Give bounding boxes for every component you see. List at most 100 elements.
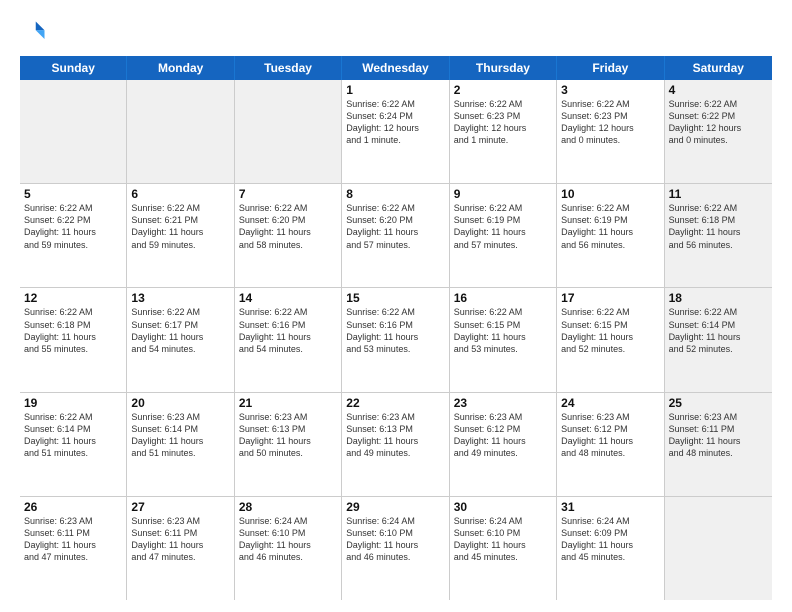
day-number: 13 bbox=[131, 291, 229, 305]
cal-header-friday: Friday bbox=[557, 56, 664, 80]
cell-info: Sunrise: 6:22 AM bbox=[669, 306, 768, 318]
cell-info: Daylight: 12 hours bbox=[346, 122, 444, 134]
calendar-week-3: 12Sunrise: 6:22 AMSunset: 6:18 PMDayligh… bbox=[20, 288, 772, 392]
day-number: 16 bbox=[454, 291, 552, 305]
cal-empty bbox=[127, 80, 234, 183]
cell-info: Sunset: 6:19 PM bbox=[454, 214, 552, 226]
cell-info: and 49 minutes. bbox=[346, 447, 444, 459]
day-number: 8 bbox=[346, 187, 444, 201]
day-number: 2 bbox=[454, 83, 552, 97]
cal-day-4: 4Sunrise: 6:22 AMSunset: 6:22 PMDaylight… bbox=[665, 80, 772, 183]
day-number: 25 bbox=[669, 396, 768, 410]
cell-info: Daylight: 12 hours bbox=[669, 122, 768, 134]
cell-info: Daylight: 11 hours bbox=[454, 539, 552, 551]
cell-info: Sunrise: 6:22 AM bbox=[239, 306, 337, 318]
day-number: 6 bbox=[131, 187, 229, 201]
day-number: 18 bbox=[669, 291, 768, 305]
cell-info: Sunrise: 6:22 AM bbox=[346, 98, 444, 110]
calendar: SundayMondayTuesdayWednesdayThursdayFrid… bbox=[20, 56, 772, 600]
cell-info: and 52 minutes. bbox=[669, 343, 768, 355]
day-number: 26 bbox=[24, 500, 122, 514]
cell-info: Daylight: 11 hours bbox=[239, 226, 337, 238]
cal-day-22: 22Sunrise: 6:23 AMSunset: 6:13 PMDayligh… bbox=[342, 393, 449, 496]
day-number: 15 bbox=[346, 291, 444, 305]
cell-info: Sunset: 6:11 PM bbox=[131, 527, 229, 539]
cell-info: Daylight: 11 hours bbox=[454, 331, 552, 343]
cell-info: Sunset: 6:15 PM bbox=[454, 319, 552, 331]
cell-info: Sunrise: 6:22 AM bbox=[561, 202, 659, 214]
cell-info: Sunrise: 6:22 AM bbox=[454, 306, 552, 318]
cell-info: Sunset: 6:11 PM bbox=[669, 423, 768, 435]
cell-info: Sunset: 6:22 PM bbox=[24, 214, 122, 226]
cell-info: Sunset: 6:09 PM bbox=[561, 527, 659, 539]
cell-info: and 0 minutes. bbox=[669, 134, 768, 146]
cell-info: and 48 minutes. bbox=[561, 447, 659, 459]
cell-info: Sunrise: 6:24 AM bbox=[561, 515, 659, 527]
cell-info: Sunset: 6:20 PM bbox=[346, 214, 444, 226]
cell-info: Sunset: 6:23 PM bbox=[454, 110, 552, 122]
calendar-body: 1Sunrise: 6:22 AMSunset: 6:24 PMDaylight… bbox=[20, 80, 772, 600]
cell-info: and 51 minutes. bbox=[24, 447, 122, 459]
cell-info: Sunrise: 6:23 AM bbox=[131, 411, 229, 423]
day-number: 29 bbox=[346, 500, 444, 514]
cell-info: Daylight: 11 hours bbox=[454, 435, 552, 447]
cell-info: Daylight: 11 hours bbox=[131, 331, 229, 343]
cell-info: and 45 minutes. bbox=[561, 551, 659, 563]
cal-day-5: 5Sunrise: 6:22 AMSunset: 6:22 PMDaylight… bbox=[20, 184, 127, 287]
day-number: 4 bbox=[669, 83, 768, 97]
cell-info: Sunrise: 6:23 AM bbox=[346, 411, 444, 423]
cell-info: Sunset: 6:16 PM bbox=[346, 319, 444, 331]
cell-info: Sunset: 6:22 PM bbox=[669, 110, 768, 122]
calendar-week-4: 19Sunrise: 6:22 AMSunset: 6:14 PM Dayligh… bbox=[20, 393, 772, 497]
cell-info: Sunset: 6:10 PM bbox=[346, 527, 444, 539]
calendar-week-1: 1Sunrise: 6:22 AMSunset: 6:24 PMDaylight… bbox=[20, 80, 772, 184]
cell-info: Sunrise: 6:22 AM bbox=[669, 202, 768, 214]
logo bbox=[20, 18, 52, 46]
day-number: 21 bbox=[239, 396, 337, 410]
cal-day-8: 8Sunrise: 6:22 AMSunset: 6:20 PMDaylight… bbox=[342, 184, 449, 287]
cell-info: and 54 minutes. bbox=[239, 343, 337, 355]
cal-day-29: 29Sunrise: 6:24 AMSunset: 6:10 PMDayligh… bbox=[342, 497, 449, 600]
day-number: 24 bbox=[561, 396, 659, 410]
cell-info: Daylight: 11 hours bbox=[24, 539, 122, 551]
cell-info: Sunset: 6:11 PM bbox=[24, 527, 122, 539]
cell-info: and 53 minutes. bbox=[454, 343, 552, 355]
cell-info: and 47 minutes. bbox=[24, 551, 122, 563]
cell-info: and 59 minutes. bbox=[131, 239, 229, 251]
day-number: 12 bbox=[24, 291, 122, 305]
cell-info: Sunrise: 6:22 AM bbox=[131, 202, 229, 214]
cell-info: Sunrise: 6:22 AM bbox=[561, 306, 659, 318]
cal-header-thursday: Thursday bbox=[450, 56, 557, 80]
cal-day-19: 19Sunrise: 6:22 AMSunset: 6:14 PMDayligh… bbox=[20, 393, 127, 496]
cell-info: Sunrise: 6:23 AM bbox=[131, 515, 229, 527]
cell-info: Sunrise: 6:23 AM bbox=[239, 411, 337, 423]
cell-info: and 57 minutes. bbox=[454, 239, 552, 251]
day-number: 19 bbox=[24, 396, 122, 410]
cal-day-31: 31Sunrise: 6:24 AMSunset: 6:09 PMDayligh… bbox=[557, 497, 664, 600]
cell-info: Daylight: 11 hours bbox=[24, 226, 122, 238]
cell-info: Daylight: 11 hours bbox=[346, 331, 444, 343]
page: SundayMondayTuesdayWednesdayThursdayFrid… bbox=[0, 0, 792, 612]
day-number: 30 bbox=[454, 500, 552, 514]
cell-info: Sunset: 6:12 PM bbox=[454, 423, 552, 435]
cal-day-15: 15Sunrise: 6:22 AMSunset: 6:16 PMDayligh… bbox=[342, 288, 449, 391]
cal-day-7: 7Sunrise: 6:22 AMSunset: 6:20 PMDaylight… bbox=[235, 184, 342, 287]
day-number: 20 bbox=[131, 396, 229, 410]
day-number: 10 bbox=[561, 187, 659, 201]
cal-day-6: 6Sunrise: 6:22 AMSunset: 6:21 PMDaylight… bbox=[127, 184, 234, 287]
cell-info: and 51 minutes. bbox=[131, 447, 229, 459]
cell-info: Sunset: 6:14 PM bbox=[24, 423, 122, 435]
cell-info: Daylight: 11 hours bbox=[669, 226, 768, 238]
cell-info: and 54 minutes. bbox=[131, 343, 229, 355]
cell-info: Sunrise: 6:22 AM bbox=[346, 202, 444, 214]
cal-header-monday: Monday bbox=[127, 56, 234, 80]
cell-info: Sunrise: 6:23 AM bbox=[454, 411, 552, 423]
cell-info: Sunrise: 6:22 AM bbox=[669, 98, 768, 110]
cell-info: Sunrise: 6:24 AM bbox=[239, 515, 337, 527]
cell-info: Sunset: 6:10 PM bbox=[239, 527, 337, 539]
cell-info: Sunrise: 6:22 AM bbox=[24, 411, 122, 423]
cal-day-9: 9Sunrise: 6:22 AMSunset: 6:19 PMDaylight… bbox=[450, 184, 557, 287]
cal-header-saturday: Saturday bbox=[665, 56, 772, 80]
cell-info: Sunrise: 6:22 AM bbox=[239, 202, 337, 214]
cell-info: Sunrise: 6:22 AM bbox=[454, 202, 552, 214]
